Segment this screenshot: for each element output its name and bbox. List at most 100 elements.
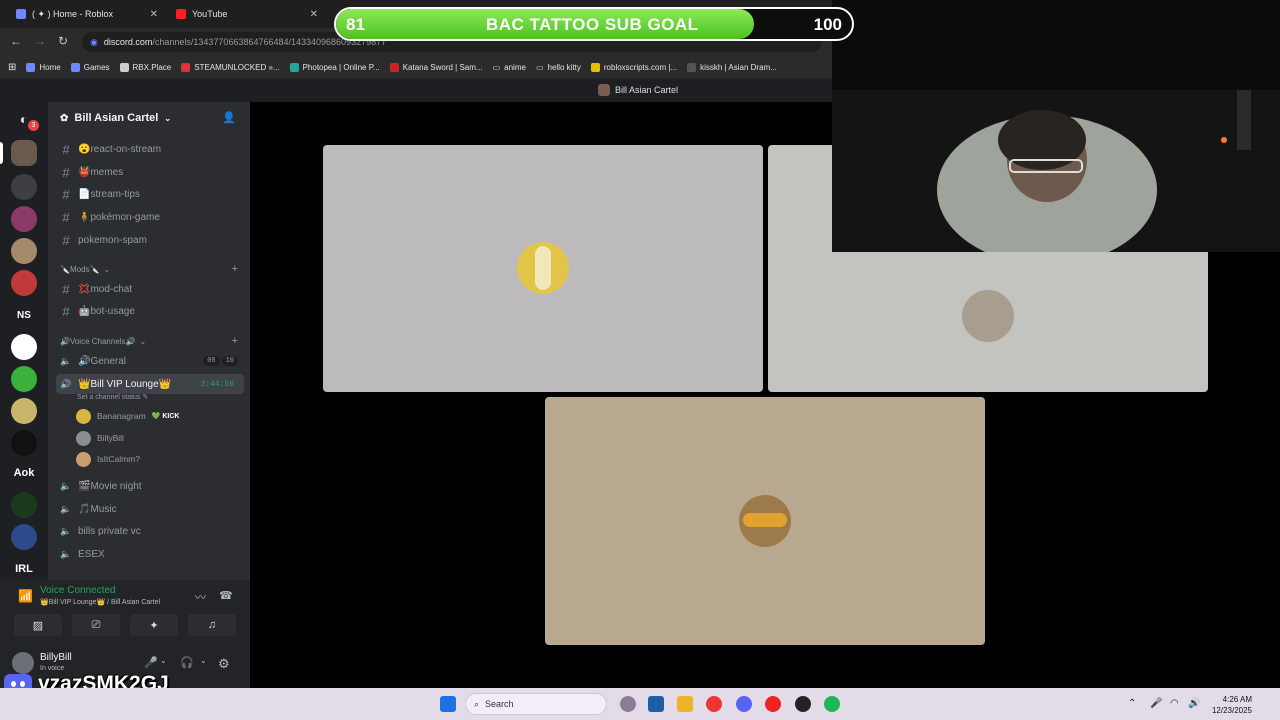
signal-strength-icon[interactable]: 📶 xyxy=(18,589,33,603)
channel-stream-tips[interactable]: # 📄stream-tips xyxy=(56,184,244,204)
server-header[interactable]: ✿ Bill Asian Cartel ⌄ 👤 xyxy=(48,102,250,134)
start-menu-icon[interactable] xyxy=(440,696,456,712)
screen: ( ✦ ) Home - Roblox ✕ YouTube ✕ ← → ↻ ◉ … xyxy=(0,0,1280,720)
server-avatar-icon[interactable] xyxy=(11,206,37,232)
bookmark-rbxplace[interactable]: RBX.Place xyxy=(119,62,171,72)
app-icon[interactable] xyxy=(620,696,636,712)
user-name[interactable]: BillyBill xyxy=(40,652,72,663)
bookmark-steamunlocked[interactable]: STEAMUNLOCKED »... xyxy=(181,62,280,72)
channel-pokemon-game[interactable]: # 🧍pokémon-game xyxy=(56,207,244,227)
discord-icon[interactable] xyxy=(736,696,752,712)
bookmark-folder-anime[interactable]: ▭ anime xyxy=(493,63,526,72)
photopea-icon xyxy=(289,62,299,72)
opera-icon[interactable] xyxy=(765,696,781,712)
chrome-icon[interactable] xyxy=(706,696,722,712)
participant-tile-isitcalmm[interactable] xyxy=(545,397,985,645)
server-ns-icon[interactable]: NS xyxy=(11,302,37,328)
voice-channel-esex[interactable]: 🔈 ESEX xyxy=(56,544,244,564)
reload-icon[interactable]: ↻ xyxy=(58,34,68,48)
voice-channel-music[interactable]: 🔈 🎵Music xyxy=(56,499,244,519)
channel-react-on-stream[interactable]: # 😮react-on-stream xyxy=(56,139,244,159)
server-avatar-icon[interactable] xyxy=(11,492,37,518)
voice-user-isitcalmm[interactable]: IsItCalmm? xyxy=(76,450,140,468)
speaker-icon: 🔈 xyxy=(60,480,72,491)
bookmark-folder-hello-kitty[interactable]: ▭ hello kitty xyxy=(536,63,581,72)
apps-grid-icon[interactable]: ⊞ xyxy=(8,62,16,73)
voice-channel-bills-private[interactable]: 🔈 bills private vc xyxy=(56,521,244,541)
chevron-up-icon[interactable]: ⌃ xyxy=(1128,698,1136,709)
microphone-icon[interactable]: 🎤 xyxy=(1150,698,1162,709)
category-mods[interactable]: 🔪Mods🔪 ⌄ xyxy=(60,265,110,274)
server-avatar-icon[interactable] xyxy=(11,270,37,296)
server-avatar-icon[interactable] xyxy=(11,430,37,456)
channel-status-text: Set a channel status xyxy=(77,394,141,401)
close-tab-icon[interactable]: ✕ xyxy=(310,9,318,20)
bookmark-photopea[interactable]: Photopea | Online P... xyxy=(289,62,380,72)
bookmarks-bar: ⊞ Home Games RBX.Place STEAMUNLOCKED »..… xyxy=(0,56,832,78)
server-bill-asian-cartel-icon[interactable] xyxy=(11,140,37,166)
sub-goal-bar: 81 BAC TATTOO SUB GOAL 100 xyxy=(334,7,854,41)
voice-channel-general[interactable]: 🔈 🔊General 00 10 xyxy=(56,351,244,371)
screen-share-button[interactable]: ⎚ xyxy=(72,614,120,636)
channel-bot-usage[interactable]: # 🤖bot-usage xyxy=(56,301,244,321)
channel-mod-chat[interactable]: # 💢mod-chat xyxy=(56,279,244,299)
invite-people-icon[interactable]: 👤 xyxy=(222,111,236,124)
file-explorer-icon[interactable] xyxy=(677,696,693,712)
category-voice[interactable]: 🔊Voice Channels🔊 ⌄ xyxy=(60,337,146,346)
microphone-icon[interactable]: 🎤 xyxy=(144,656,158,669)
avatar xyxy=(517,242,569,294)
volume-icon[interactable]: 🔊 xyxy=(1188,698,1200,709)
voice-user-bananagram[interactable]: Bananagram 💚 KICK xyxy=(76,407,179,425)
chevron-down-icon[interactable]: ⌄ xyxy=(200,656,207,665)
server-avatar-icon[interactable] xyxy=(11,238,37,264)
gear-icon[interactable]: ⚙ xyxy=(218,656,230,672)
webcam-image xyxy=(832,0,1280,252)
taskbar-search[interactable]: ⌕ Search xyxy=(465,693,607,715)
participant-tile-bananagram[interactable] xyxy=(323,145,763,392)
avatar[interactable] xyxy=(12,652,34,674)
activities-button[interactable]: ✦ xyxy=(130,614,178,636)
chevron-down-icon[interactable]: ⌄ xyxy=(160,656,167,665)
voice-channel-vip-lounge[interactable]: 🔊 👑Bill VIP Lounge👑 3:44:56 xyxy=(56,374,244,394)
tab-youtube[interactable]: YouTube ✕ xyxy=(166,0,326,28)
noise-suppression-icon[interactable]: 〰 xyxy=(195,589,206,605)
channel-label: 📄stream-tips xyxy=(78,188,140,200)
forward-arrow-icon[interactable]: → xyxy=(34,34,46,48)
set-channel-status[interactable]: Set a channel status ✎ xyxy=(77,393,148,401)
task-view-icon[interactable] xyxy=(648,696,664,712)
server-irl-icon[interactable]: IRL xyxy=(11,556,37,582)
close-tab-icon[interactable]: ✕ xyxy=(150,9,158,20)
bookmark-robloxscripts[interactable]: robloxscripts.com |... xyxy=(590,62,677,72)
voice-user-billybill[interactable]: BillyBill xyxy=(76,429,124,447)
bookmark-games[interactable]: Games xyxy=(70,62,110,72)
bookmark-label: kisskh | Asian Dram... xyxy=(700,62,777,72)
bookmark-kisskh[interactable]: kisskh | Asian Dram... xyxy=(687,62,777,72)
camera-off-button[interactable]: ▨ xyxy=(14,614,62,636)
server-aok-icon[interactable]: Aok xyxy=(11,460,37,486)
bookmark-katana[interactable]: Katana Sword | Sam... xyxy=(389,62,483,72)
app-icon[interactable] xyxy=(795,696,811,712)
server-avatar-icon[interactable] xyxy=(11,398,37,424)
voice-channel-movie-night[interactable]: 🔈 🎬Movie night xyxy=(56,476,244,496)
system-clock[interactable]: 4:26 AM 12/23/2025 xyxy=(1206,694,1252,716)
spotify-icon[interactable] xyxy=(824,696,840,712)
server-avatar-icon[interactable] xyxy=(11,174,37,200)
channel-pokemon-spam[interactable]: # pokemon-spam xyxy=(56,230,244,250)
tab-roblox[interactable]: ( ✦ ) Home - Roblox ✕ xyxy=(6,0,166,28)
server-avatar-icon[interactable] xyxy=(11,524,37,550)
voice-location[interactable]: 👑Bill VIP Lounge👑 / Bill Asian Cartel xyxy=(40,598,160,606)
server-avatar-icon[interactable] xyxy=(11,334,37,360)
screen-share-icon: ⎚ xyxy=(91,618,101,631)
back-arrow-icon[interactable]: ← xyxy=(10,34,22,48)
create-channel-icon[interactable]: + xyxy=(232,263,238,275)
channel-memes[interactable]: # 👹memes xyxy=(56,162,244,182)
server-avatar-icon[interactable] xyxy=(11,366,37,392)
wifi-icon[interactable]: ◠ xyxy=(1170,698,1179,709)
soundboard-button[interactable]: ♫ xyxy=(188,614,236,636)
headphones-icon[interactable]: 🎧 xyxy=(180,656,194,669)
create-channel-icon[interactable]: + xyxy=(232,335,238,347)
disconnect-icon[interactable]: ☎ xyxy=(219,589,233,602)
site-info-icon[interactable]: ◉ xyxy=(90,37,98,48)
voice-connected-status[interactable]: Voice Connected xyxy=(40,585,116,596)
bookmark-home[interactable]: Home xyxy=(26,62,61,72)
